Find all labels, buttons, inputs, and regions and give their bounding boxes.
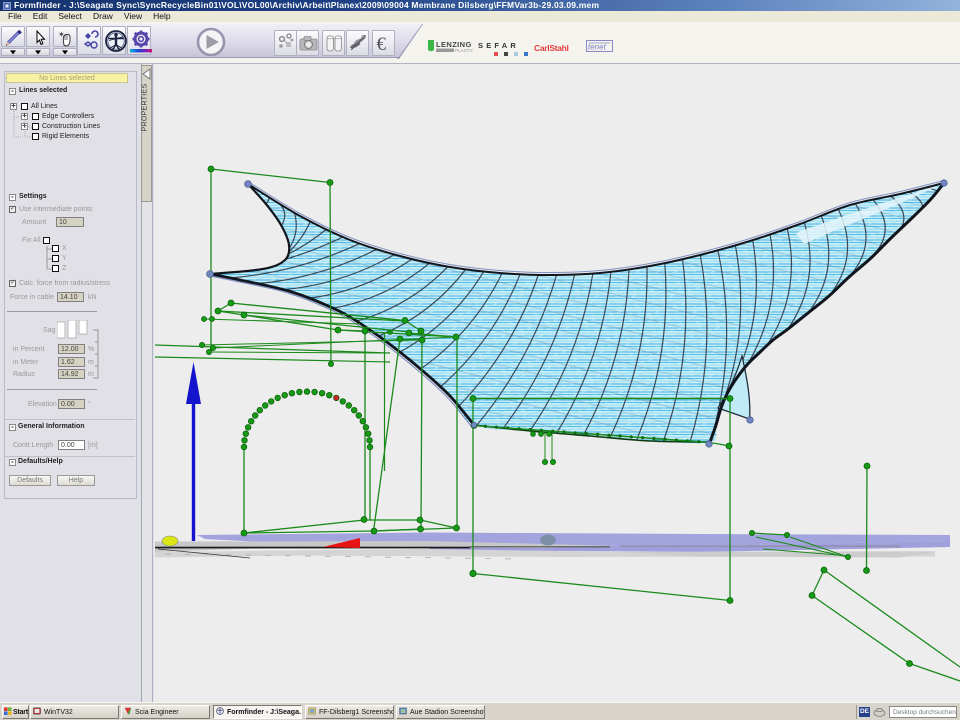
svg-text:PLASTICS: PLASTICS [455,48,473,53]
svg-text:tenet: tenet [588,43,607,52]
svg-text:€: € [377,34,387,55]
